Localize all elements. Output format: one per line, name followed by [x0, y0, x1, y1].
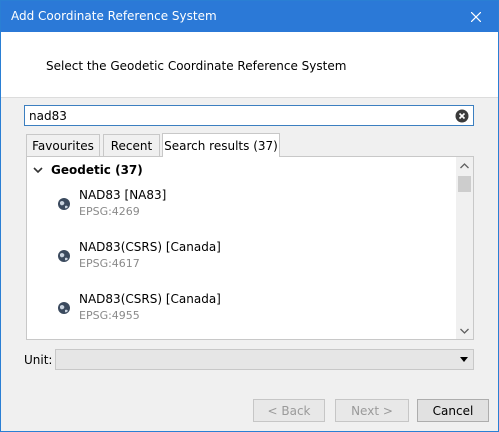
group-label: Geodetic (37) [51, 163, 143, 177]
clear-icon[interactable] [455, 109, 469, 123]
scroll-up-button[interactable] [456, 157, 473, 174]
dialog-window: Add Coordinate Reference System Select t… [0, 0, 499, 432]
tab-search-results[interactable]: Search results (37) [162, 133, 280, 157]
title-bar[interactable]: Add Coordinate Reference System [1, 1, 498, 32]
back-button[interactable]: < Back [253, 399, 325, 422]
crs-name: NAD83 [NA83] [79, 188, 167, 202]
globe-icon [58, 302, 70, 314]
chevron-up-icon [460, 162, 469, 168]
crs-name: NAD83(CSRS) [Canada] [79, 240, 221, 254]
chevron-down-icon [460, 328, 469, 334]
group-header-geodetic[interactable]: Geodetic (37) [33, 163, 143, 177]
header-panel: Select the Geodetic Coordinate Reference… [1, 32, 498, 98]
unit-select[interactable] [55, 349, 474, 370]
scroll-thumb[interactable] [458, 176, 471, 192]
next-button[interactable]: Next > [335, 399, 409, 422]
chevron-down-icon[interactable] [33, 165, 43, 175]
tab-recent[interactable]: Recent [103, 134, 160, 157]
crs-name: NAD83(CSRS) [Canada] [79, 292, 221, 306]
close-icon [470, 11, 481, 22]
crs-code: EPSG:4955 [79, 309, 140, 322]
globe-icon [58, 198, 70, 210]
vertical-scrollbar[interactable] [456, 157, 473, 339]
close-button[interactable] [453, 1, 498, 32]
scroll-down-button[interactable] [456, 322, 473, 339]
globe-icon [58, 250, 70, 262]
search-input[interactable]: nad83 [24, 105, 474, 126]
cancel-button[interactable]: Cancel [417, 399, 489, 422]
results-list[interactable]: Geodetic (37) NAD83 [NA83] EPSG:4269 NAD… [26, 156, 474, 340]
unit-label: Unit: [24, 353, 53, 367]
chevron-down-icon [460, 357, 468, 362]
crs-code: EPSG:4617 [79, 257, 140, 270]
tab-favourites[interactable]: Favourites [26, 134, 100, 157]
search-value: nad83 [29, 109, 67, 123]
header-instruction: Select the Geodetic Coordinate Reference… [46, 59, 347, 73]
window-title: Add Coordinate Reference System [11, 9, 217, 23]
crs-code: EPSG:4269 [79, 205, 140, 218]
